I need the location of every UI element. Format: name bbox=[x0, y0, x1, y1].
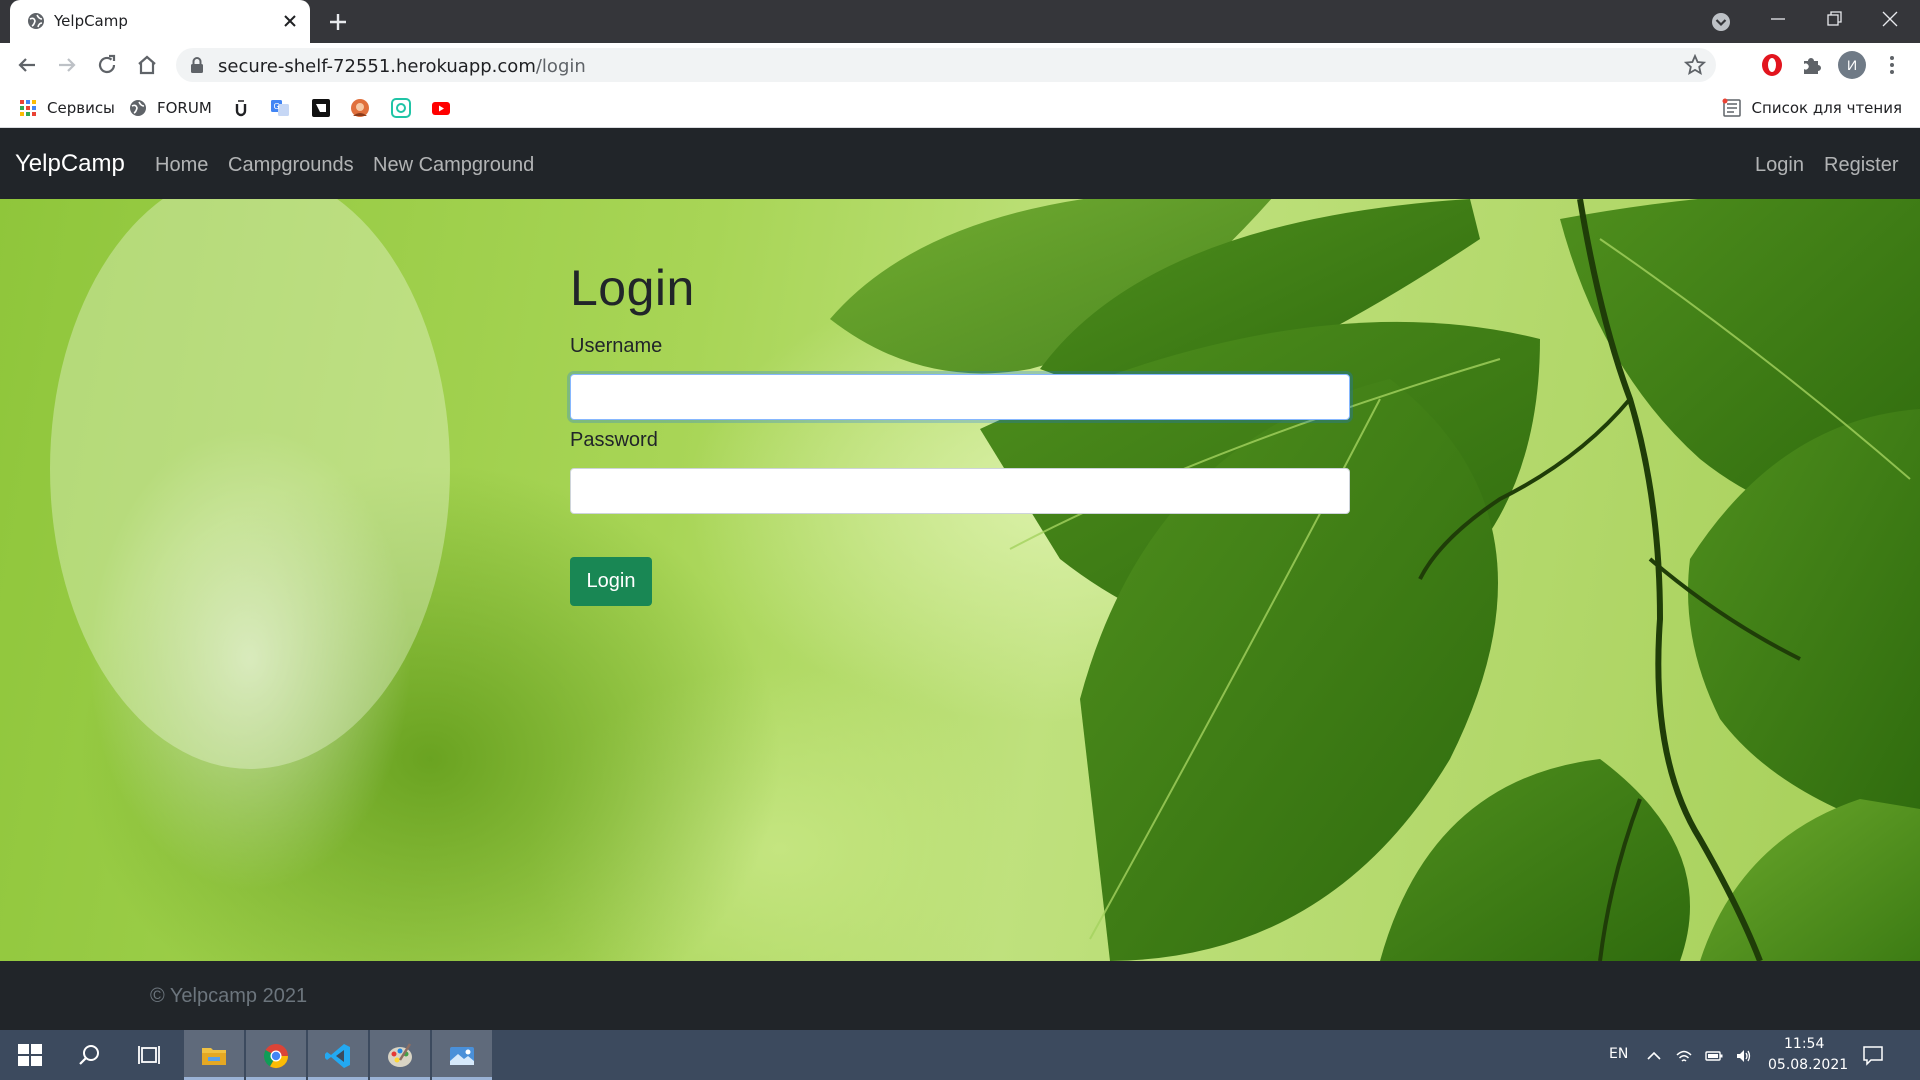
paint-icon bbox=[388, 1043, 412, 1067]
chrome-icon bbox=[263, 1044, 288, 1069]
password-input[interactable] bbox=[570, 468, 1350, 514]
browser-tab-strip: YelpCamp bbox=[0, 0, 1920, 43]
forward-arrow-icon[interactable] bbox=[53, 51, 81, 79]
battery-icon[interactable] bbox=[1705, 1047, 1723, 1065]
opera-extension-icon[interactable] bbox=[1758, 51, 1786, 79]
leaves-background-image bbox=[50, 199, 1920, 961]
bookmark-forum-label: FORUM bbox=[157, 99, 212, 117]
reading-list-label: Список для чтения bbox=[1751, 99, 1902, 117]
chevron-up-icon[interactable] bbox=[1645, 1047, 1663, 1065]
minimize-window-button[interactable] bbox=[1750, 0, 1806, 40]
taskbar-file-explorer[interactable] bbox=[184, 1030, 244, 1080]
minimize-icon bbox=[1771, 18, 1785, 20]
browser-tab[interactable]: YelpCamp bbox=[10, 0, 310, 43]
vscode-icon bbox=[325, 1044, 350, 1068]
bookmark-forum[interactable]: FORUM bbox=[128, 96, 212, 120]
notifications-icon[interactable] bbox=[1862, 1044, 1884, 1066]
bookmark-teal-icon[interactable] bbox=[391, 98, 411, 118]
globe-icon bbox=[130, 100, 146, 116]
language-indicator[interactable]: EN bbox=[1609, 1046, 1628, 1062]
login-submit-button[interactable]: Login bbox=[570, 557, 652, 606]
globe-icon bbox=[28, 13, 44, 29]
tab-title: YelpCamp bbox=[54, 12, 128, 30]
profile-avatar[interactable]: И bbox=[1838, 51, 1866, 79]
url-path: /login bbox=[535, 56, 586, 77]
password-label: Password bbox=[570, 429, 658, 451]
page-title: Login bbox=[570, 260, 695, 316]
task-view-button[interactable] bbox=[120, 1030, 180, 1080]
site-brand[interactable]: YelpCamp bbox=[15, 150, 125, 178]
new-tab-icon[interactable] bbox=[326, 10, 350, 34]
start-button[interactable] bbox=[0, 1030, 60, 1080]
hero-background: Login Username Password Login bbox=[0, 199, 1920, 961]
username-label: Username bbox=[570, 335, 663, 357]
close-icon bbox=[1882, 11, 1898, 27]
close-tab-icon[interactable] bbox=[280, 11, 300, 31]
volume-icon[interactable] bbox=[1735, 1047, 1753, 1065]
close-window-button[interactable] bbox=[1862, 0, 1918, 40]
url-host: secure-shelf-72551.herokuapp.com bbox=[218, 56, 536, 77]
nav-link-login[interactable]: Login bbox=[1755, 154, 1804, 177]
task-view-icon bbox=[138, 1046, 160, 1064]
taskbar-search-button[interactable] bbox=[60, 1030, 120, 1080]
nav-link-new-campground[interactable]: New Campground bbox=[373, 154, 534, 177]
url-text: secure-shelf-72551.herokuapp.com/login bbox=[218, 56, 586, 77]
nav-link-register[interactable]: Register bbox=[1824, 154, 1898, 177]
reading-list[interactable]: Список для чтения bbox=[1722, 96, 1902, 120]
chrome-menu-icon[interactable] bbox=[1878, 51, 1906, 79]
search-icon bbox=[79, 1045, 99, 1065]
file-explorer-icon bbox=[202, 1048, 226, 1065]
bookmark-apps-label: Сервисы bbox=[47, 99, 115, 117]
wifi-icon[interactable] bbox=[1675, 1047, 1693, 1065]
taskbar-vscode[interactable] bbox=[308, 1030, 368, 1080]
address-bar[interactable]: secure-shelf-72551.herokuapp.com/login bbox=[176, 48, 1716, 82]
reload-icon[interactable] bbox=[93, 51, 121, 79]
taskbar-photos[interactable] bbox=[432, 1030, 492, 1080]
reading-list-icon bbox=[1722, 98, 1741, 117]
restore-window-button[interactable] bbox=[1806, 0, 1862, 40]
extensions-puzzle-icon[interactable] bbox=[1798, 51, 1826, 79]
site-navbar: YelpCamp Home Campgrounds New Campground… bbox=[0, 128, 1920, 199]
site-footer: © Yelpcamp 2021 bbox=[0, 961, 1920, 1030]
taskbar-chrome[interactable] bbox=[246, 1030, 306, 1080]
bookmark-dark-icon[interactable] bbox=[311, 98, 331, 118]
tab-search-icon[interactable] bbox=[1709, 10, 1733, 34]
restore-icon bbox=[1827, 11, 1842, 26]
bookmark-u-icon[interactable] bbox=[231, 98, 251, 118]
bookmark-avatar-icon[interactable] bbox=[350, 98, 370, 118]
photos-icon bbox=[450, 1047, 474, 1065]
nav-link-home[interactable]: Home bbox=[155, 154, 208, 177]
svg-text:G: G bbox=[274, 102, 280, 111]
username-input[interactable] bbox=[570, 374, 1350, 420]
back-arrow-icon[interactable] bbox=[13, 51, 41, 79]
home-icon[interactable] bbox=[133, 51, 161, 79]
browser-toolbar: secure-shelf-72551.herokuapp.com/login И bbox=[0, 43, 1920, 88]
nav-link-campgrounds[interactable]: Campgrounds bbox=[228, 154, 354, 177]
bookmark-translate-icon[interactable]: G bbox=[270, 98, 290, 118]
windows-logo-icon bbox=[18, 1044, 42, 1066]
apps-grid-icon bbox=[20, 100, 36, 116]
windows-taskbar: EN 11:54 05.08.2021 bbox=[0, 1030, 1920, 1080]
taskbar-time[interactable]: 11:54 bbox=[1784, 1036, 1824, 1052]
youtube-icon[interactable] bbox=[431, 98, 451, 118]
bookmark-star-icon[interactable] bbox=[1684, 54, 1706, 76]
footer-copyright: © Yelpcamp 2021 bbox=[150, 985, 308, 1007]
lock-icon[interactable] bbox=[190, 57, 204, 73]
bookmark-apps[interactable]: Сервисы bbox=[18, 96, 115, 120]
taskbar-date[interactable]: 05.08.2021 bbox=[1768, 1057, 1848, 1073]
bookmarks-bar: Сервисы FORUM G Список для чтения bbox=[0, 88, 1920, 128]
profile-initial: И bbox=[1846, 57, 1858, 73]
taskbar-paint[interactable] bbox=[370, 1030, 430, 1080]
